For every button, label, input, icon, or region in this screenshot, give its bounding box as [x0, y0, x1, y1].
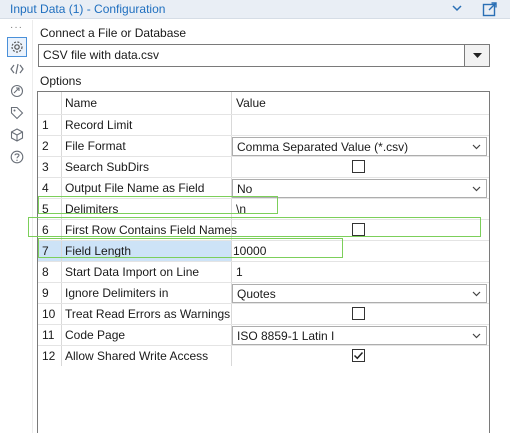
option-name: Code Page: [65, 328, 126, 342]
row-number: 12: [38, 346, 62, 366]
option-row-record-limit[interactable]: 1 Record Limit: [38, 114, 489, 135]
option-name: Field Length: [65, 244, 132, 258]
grid-header: Name Value: [38, 92, 489, 114]
option-name: Search SubDirs: [65, 160, 150, 174]
row-number: 8: [38, 262, 62, 282]
value-column-header: Value: [236, 96, 266, 110]
field-length-input[interactable]: 10000: [232, 242, 487, 261]
delimiters-field[interactable]: \n: [232, 199, 489, 219]
file-format-select[interactable]: Comma Separated Value (*.csv): [232, 137, 487, 156]
search-subdirs-checkbox[interactable]: [352, 160, 365, 173]
option-row-shared-write-access[interactable]: 12 Allow Shared Write Access: [38, 345, 489, 366]
option-row-ignore-delimiters[interactable]: 9 Ignore Delimiters in Quotes: [38, 282, 489, 303]
output-file-name-select[interactable]: No: [232, 179, 487, 198]
row-number: 1: [38, 115, 62, 135]
row-number: 6: [38, 220, 62, 240]
gear-icon[interactable]: [7, 37, 27, 57]
row-number: 3: [38, 157, 62, 177]
connect-file-input[interactable]: CSV file with data.csv: [38, 44, 465, 67]
tag-icon[interactable]: [7, 103, 27, 123]
option-row-read-errors-warnings[interactable]: 10 Treat Read Errors as Warnings: [38, 303, 489, 324]
option-name: Treat Read Errors as Warnings: [65, 307, 231, 321]
option-row-delimiters[interactable]: 5 Delimiters \n: [38, 198, 489, 219]
option-name: Ignore Delimiters in: [65, 286, 169, 300]
row-number: 11: [38, 325, 62, 345]
chevron-down-icon: [472, 333, 481, 339]
row-number: 5: [38, 199, 62, 219]
options-label: Options: [40, 74, 82, 88]
start-import-line-field[interactable]: 1: [232, 262, 489, 282]
help-icon[interactable]: [7, 147, 27, 167]
option-name: Delimiters: [65, 202, 119, 216]
read-errors-warnings-checkbox[interactable]: [352, 307, 365, 320]
option-name: Allow Shared Write Access: [65, 349, 209, 363]
options-grid: Name Value 1 Record Limit 2 File Format …: [37, 91, 490, 433]
chevron-down-icon: [472, 186, 481, 192]
shared-write-access-checkbox[interactable]: [352, 349, 365, 362]
row-number: 7: [38, 241, 62, 261]
connect-file-row: CSV file with data.csv: [38, 44, 490, 67]
side-rail: ···: [0, 20, 33, 433]
option-name: Record Limit: [65, 118, 133, 132]
row-number: 9: [38, 283, 62, 303]
cube-icon[interactable]: [7, 125, 27, 145]
option-row-search-subdirs[interactable]: 3 Search SubDirs: [38, 156, 489, 177]
more-dots-icon[interactable]: ···: [10, 22, 23, 33]
name-column-header: Name: [65, 96, 98, 110]
window-title: Input Data (1) - Configuration: [10, 2, 166, 16]
row-number: 4: [38, 178, 62, 198]
row-number: 10: [38, 304, 62, 324]
option-row-file-format[interactable]: 2 File Format Comma Separated Value (*.c…: [38, 135, 489, 156]
chevron-down-icon[interactable]: [451, 1, 465, 17]
row-number-header: [38, 92, 62, 114]
option-row-start-import-line[interactable]: 8 Start Data Import on Line 1: [38, 261, 489, 282]
option-name: Start Data Import on Line: [65, 265, 200, 279]
connection-icon[interactable]: [7, 81, 27, 101]
option-name: Output File Name as Field: [65, 181, 205, 195]
record-limit-field[interactable]: [232, 115, 489, 135]
option-row-code-page[interactable]: 11 Code Page ISO 8859-1 Latin I: [38, 324, 489, 345]
undock-icon[interactable]: [482, 1, 498, 17]
checkmark-icon: [353, 351, 364, 360]
row-number: 2: [38, 136, 62, 156]
option-row-output-file-name[interactable]: 4 Output File Name as Field No: [38, 177, 489, 198]
code-page-select[interactable]: ISO 8859-1 Latin I: [232, 326, 487, 345]
caret-down-icon: [472, 52, 482, 58]
option-row-first-row-field-names[interactable]: 6 First Row Contains Field Names: [38, 219, 489, 240]
first-row-field-names-checkbox[interactable]: [352, 223, 365, 236]
option-row-field-length[interactable]: 7 Field Length 10000: [38, 240, 489, 261]
code-icon[interactable]: [7, 59, 27, 79]
option-name: First Row Contains Field Names: [65, 223, 238, 237]
connect-dropdown-button[interactable]: [465, 44, 490, 67]
chevron-down-icon: [472, 144, 481, 150]
connect-label: Connect a File or Database: [40, 26, 187, 40]
chevron-down-icon: [472, 291, 481, 297]
option-name: File Format: [65, 139, 126, 153]
ignore-delimiters-select[interactable]: Quotes: [232, 284, 487, 303]
title-bar: Input Data (1) - Configuration: [0, 0, 510, 19]
